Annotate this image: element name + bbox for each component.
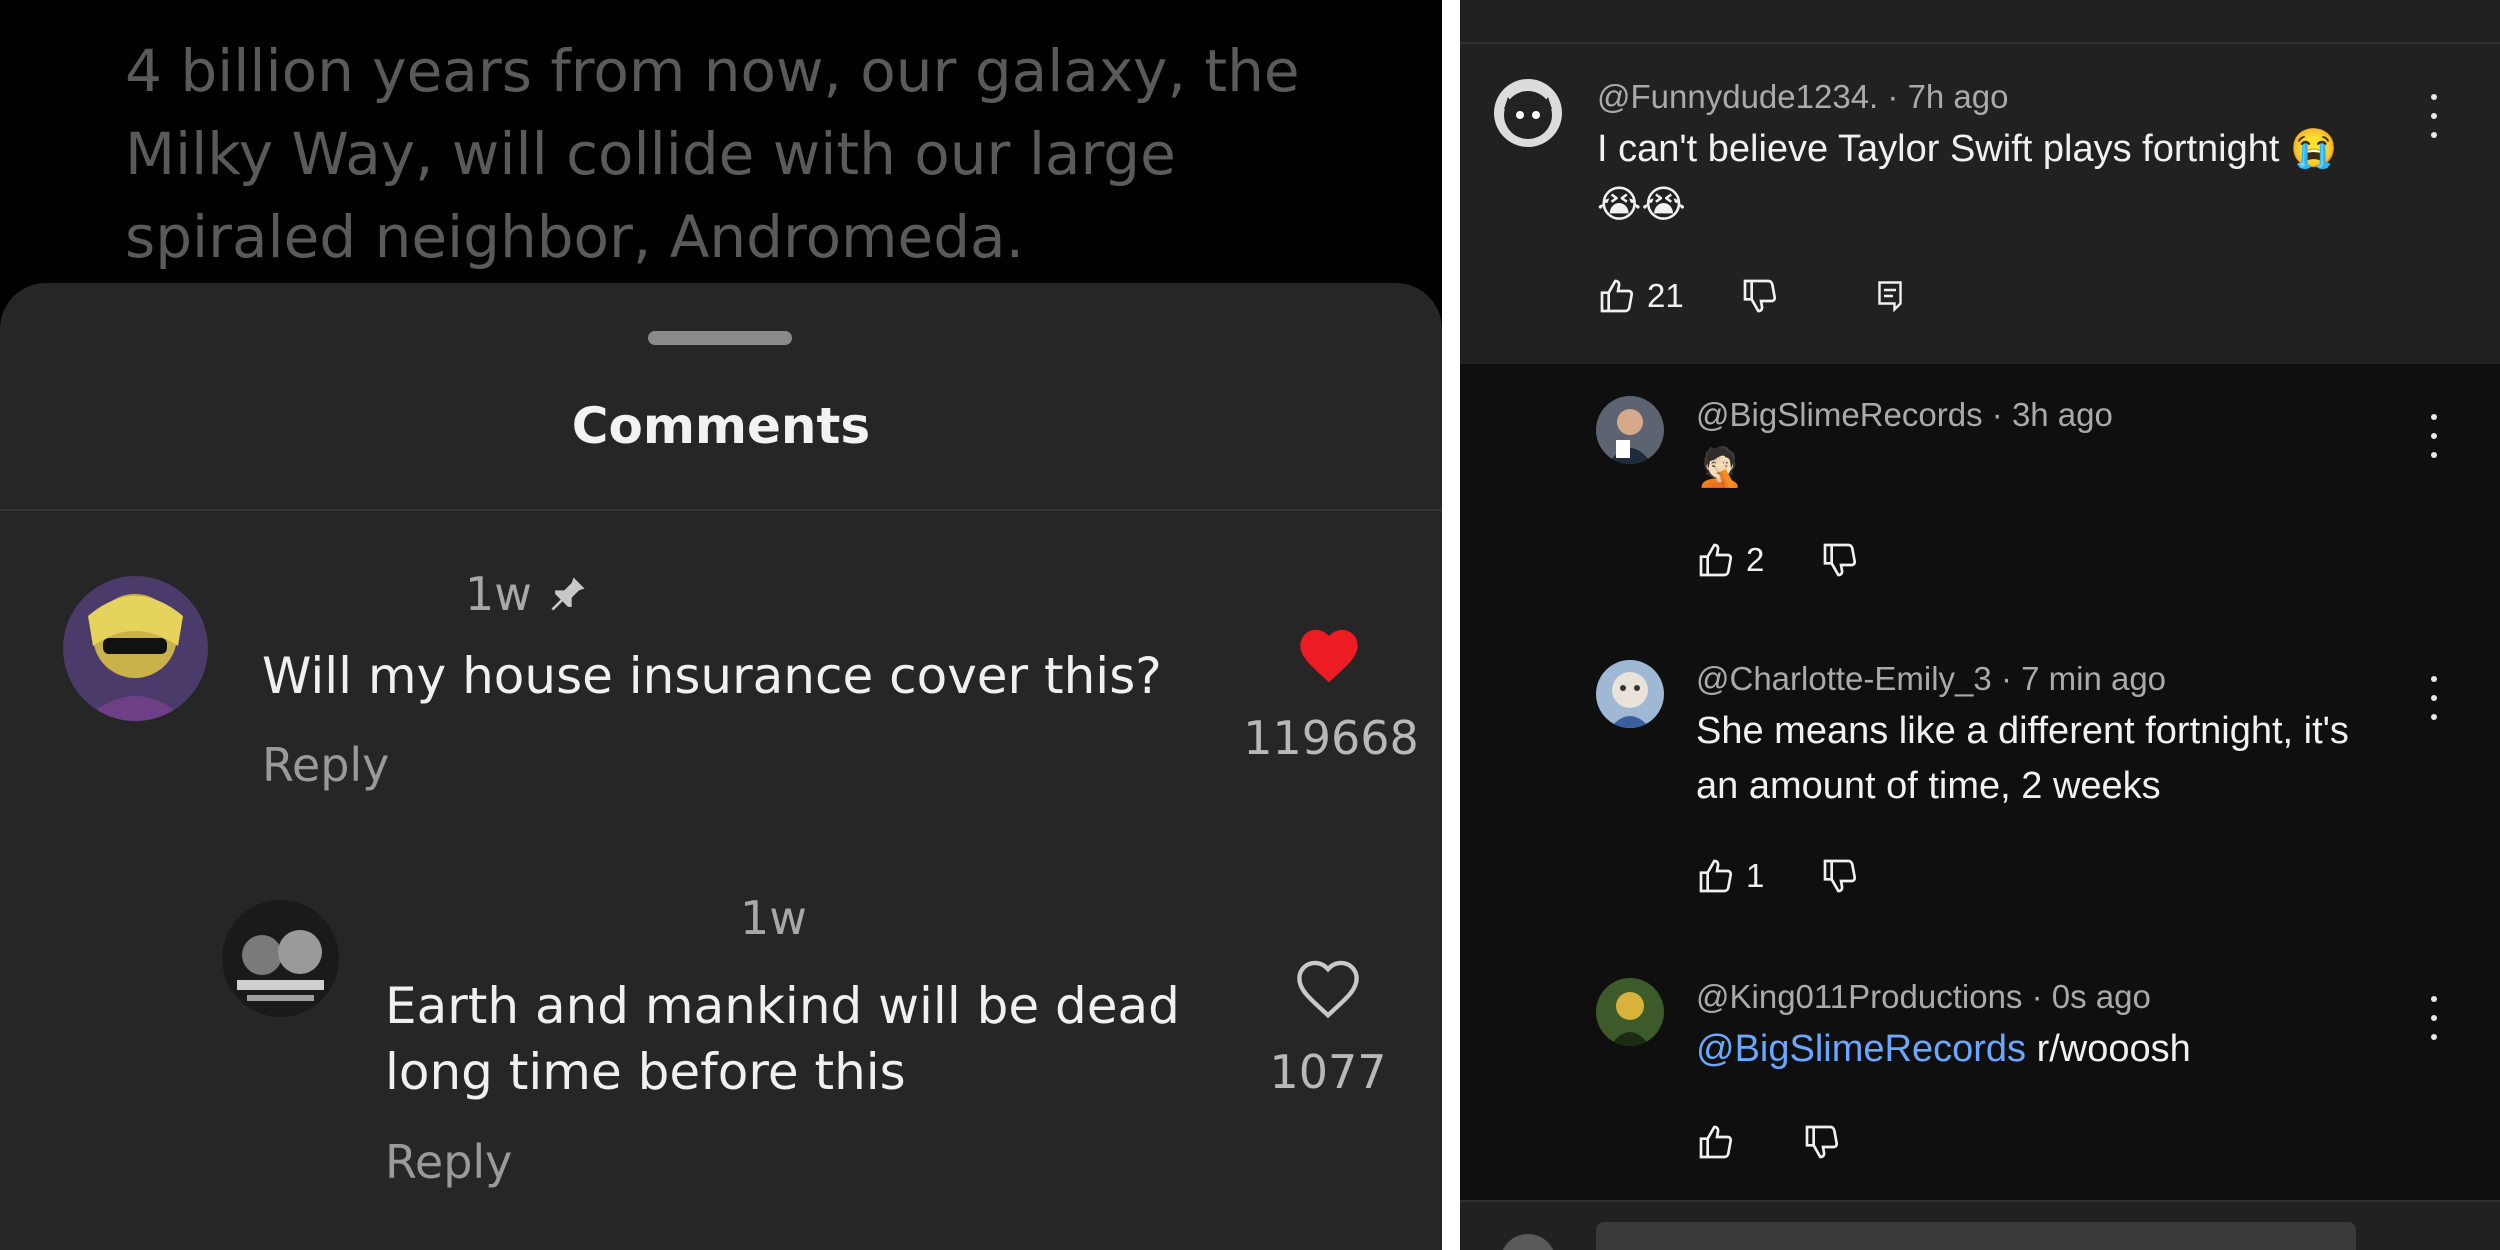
- comment-text: @BigSlimeRecords r/wooosh: [1696, 1022, 2191, 1077]
- reply-button[interactable]: [1872, 276, 1908, 316]
- reply-comment: @Charlotte-Emily_3 · 7 min ago She means…: [1460, 624, 2500, 944]
- avatar-image: [1494, 79, 1562, 147]
- mention-link[interactable]: @BigSlimeRecords: [1696, 1028, 2026, 1070]
- thumbs-down-icon: [1824, 859, 1857, 893]
- comment-time: 1w: [465, 567, 532, 621]
- reply-comment-icon: [1878, 281, 1902, 313]
- add-reply-input[interactable]: [1596, 1222, 2356, 1250]
- comment-text-line: an amount of time, 2 weeks: [1696, 765, 2161, 807]
- comment-author[interactable]: @Charlotte-Emily_3: [1696, 660, 1992, 697]
- like-count: 2: [1746, 541, 1765, 578]
- reply-comment: @BigSlimeRecords · 3h ago 🤦🏻 2: [1460, 364, 2500, 624]
- like-count: 1077: [1269, 1045, 1387, 1099]
- reply-button[interactable]: Reply: [262, 738, 389, 792]
- dislike-button[interactable]: [1820, 540, 1860, 580]
- avatar[interactable]: [1596, 978, 1664, 1046]
- heart-filled-icon: [1300, 629, 1358, 683]
- divider: [0, 509, 1442, 511]
- post-text: 4 billion years from now, our galaxy, th…: [125, 37, 1300, 271]
- comment-meta: @BigSlimeRecords · 3h ago: [1696, 396, 2113, 433]
- reply-button[interactable]: Reply: [385, 1135, 512, 1189]
- comment-author[interactable]: @King011Productions: [1696, 978, 2022, 1015]
- more-options-icon[interactable]: [2424, 414, 2444, 458]
- avatar-image: [1596, 660, 1664, 728]
- comment-text-line: I can't believe Taylor Swift plays fortn…: [1597, 128, 2338, 170]
- like-count: 1: [1746, 857, 1765, 894]
- comment-composer: [1460, 1200, 2500, 1250]
- comment-text: Earth and mankind will be dead long time…: [385, 977, 1180, 1101]
- comment-text: I can't believe Taylor Swift plays fortn…: [1597, 122, 2437, 233]
- avatar-image: [1596, 396, 1664, 464]
- thumbs-up-icon: [1699, 543, 1733, 577]
- thumbs-up-icon: [1600, 279, 1634, 313]
- comment-time: 0s ago: [2051, 978, 2151, 1015]
- comment-time: 3h ago: [2011, 396, 2113, 433]
- more-options-icon[interactable]: [2424, 676, 2444, 720]
- like-count: 21: [1647, 277, 1684, 314]
- comment-text-body: r/wooosh: [2036, 1028, 2191, 1070]
- heart-outline-icon: [1297, 960, 1359, 1019]
- comment-author[interactable]: @Funnydude1234.: [1597, 78, 1878, 115]
- avatar[interactable]: [1596, 396, 1664, 464]
- like-button[interactable]: 1: [1696, 856, 1764, 896]
- comment-meta: @Funnydude1234. · 7h ago: [1597, 78, 2009, 115]
- pin-icon: [551, 577, 585, 611]
- more-options-icon[interactable]: [2424, 94, 2444, 138]
- thumbs-up-icon: [1699, 1125, 1733, 1159]
- sheet-title: Comments: [571, 397, 871, 455]
- like-button[interactable]: 21: [1597, 276, 1684, 316]
- like-button[interactable]: 2: [1696, 540, 1764, 580]
- avatar-image: [63, 576, 208, 721]
- thumbs-down-icon: [1824, 543, 1857, 577]
- thumbs-down-icon: [1743, 279, 1776, 313]
- avatar-image: [1596, 978, 1664, 1046]
- like-button[interactable]: [1295, 958, 1361, 1023]
- comment-author[interactable]: @BigSlimeRecords: [1696, 396, 1983, 433]
- comment-meta: 1w: [740, 891, 807, 945]
- more-options-icon[interactable]: [2424, 996, 2444, 1040]
- comment-time: 7h ago: [1907, 78, 2009, 115]
- comment-time: 1w: [740, 891, 807, 945]
- avatar[interactable]: [63, 576, 208, 721]
- left-screenshot-panel: 4 billion years from now, our galaxy, th…: [0, 0, 1442, 1250]
- avatar: [1500, 1234, 1556, 1250]
- avatar[interactable]: [1596, 660, 1664, 728]
- dislike-button[interactable]: [1740, 276, 1780, 316]
- comment-time: 7 min ago: [2021, 660, 2167, 697]
- comment-meta: @Charlotte-Emily_3 · 7 min ago: [1696, 660, 2167, 697]
- dislike-button[interactable]: [1802, 1122, 1842, 1162]
- like-count: 119668: [1243, 711, 1419, 765]
- reply-comment: @King011Productions · 0s ago @BigSlimeRe…: [1460, 944, 2500, 1200]
- top-bar: [1460, 0, 2500, 44]
- avatar-image: [222, 900, 339, 1017]
- comment-actions: 21: [1597, 276, 1908, 316]
- like-button[interactable]: [1696, 1122, 1746, 1162]
- comment-meta: 1w: [465, 567, 590, 621]
- thread-comment: @Funnydude1234. · 7h ago I can't believe…: [1460, 44, 2500, 364]
- avatar[interactable]: [1494, 79, 1562, 147]
- comment-text: Will my house insurance cover this?: [262, 647, 1162, 705]
- comment-meta: @King011Productions · 0s ago: [1696, 978, 2151, 1015]
- comment-text: She means like a different fortnight, it…: [1696, 704, 2456, 814]
- comment-actions: 1: [1696, 856, 1860, 896]
- comments-sheet: Comments 1w Will my house insurance cove…: [0, 283, 1442, 1250]
- avatar[interactable]: [222, 900, 339, 1017]
- thumbs-down-icon: [1805, 1125, 1839, 1159]
- comment-text-line: 😭😭: [1597, 182, 1686, 226]
- right-screenshot-panel: @Funnydude1234. · 7h ago I can't believe…: [1460, 0, 2500, 1250]
- thumbs-up-icon: [1699, 859, 1733, 893]
- comment-actions: [1696, 1122, 1842, 1162]
- comment-text-line: She means like a different fortnight, it…: [1696, 710, 2349, 752]
- like-button[interactable]: [1296, 625, 1362, 690]
- comment-text: 🤦🏻: [1696, 445, 1744, 489]
- comment-actions: 2: [1696, 540, 1860, 580]
- sheet-drag-handle[interactable]: [648, 331, 792, 345]
- dislike-button[interactable]: [1820, 856, 1860, 896]
